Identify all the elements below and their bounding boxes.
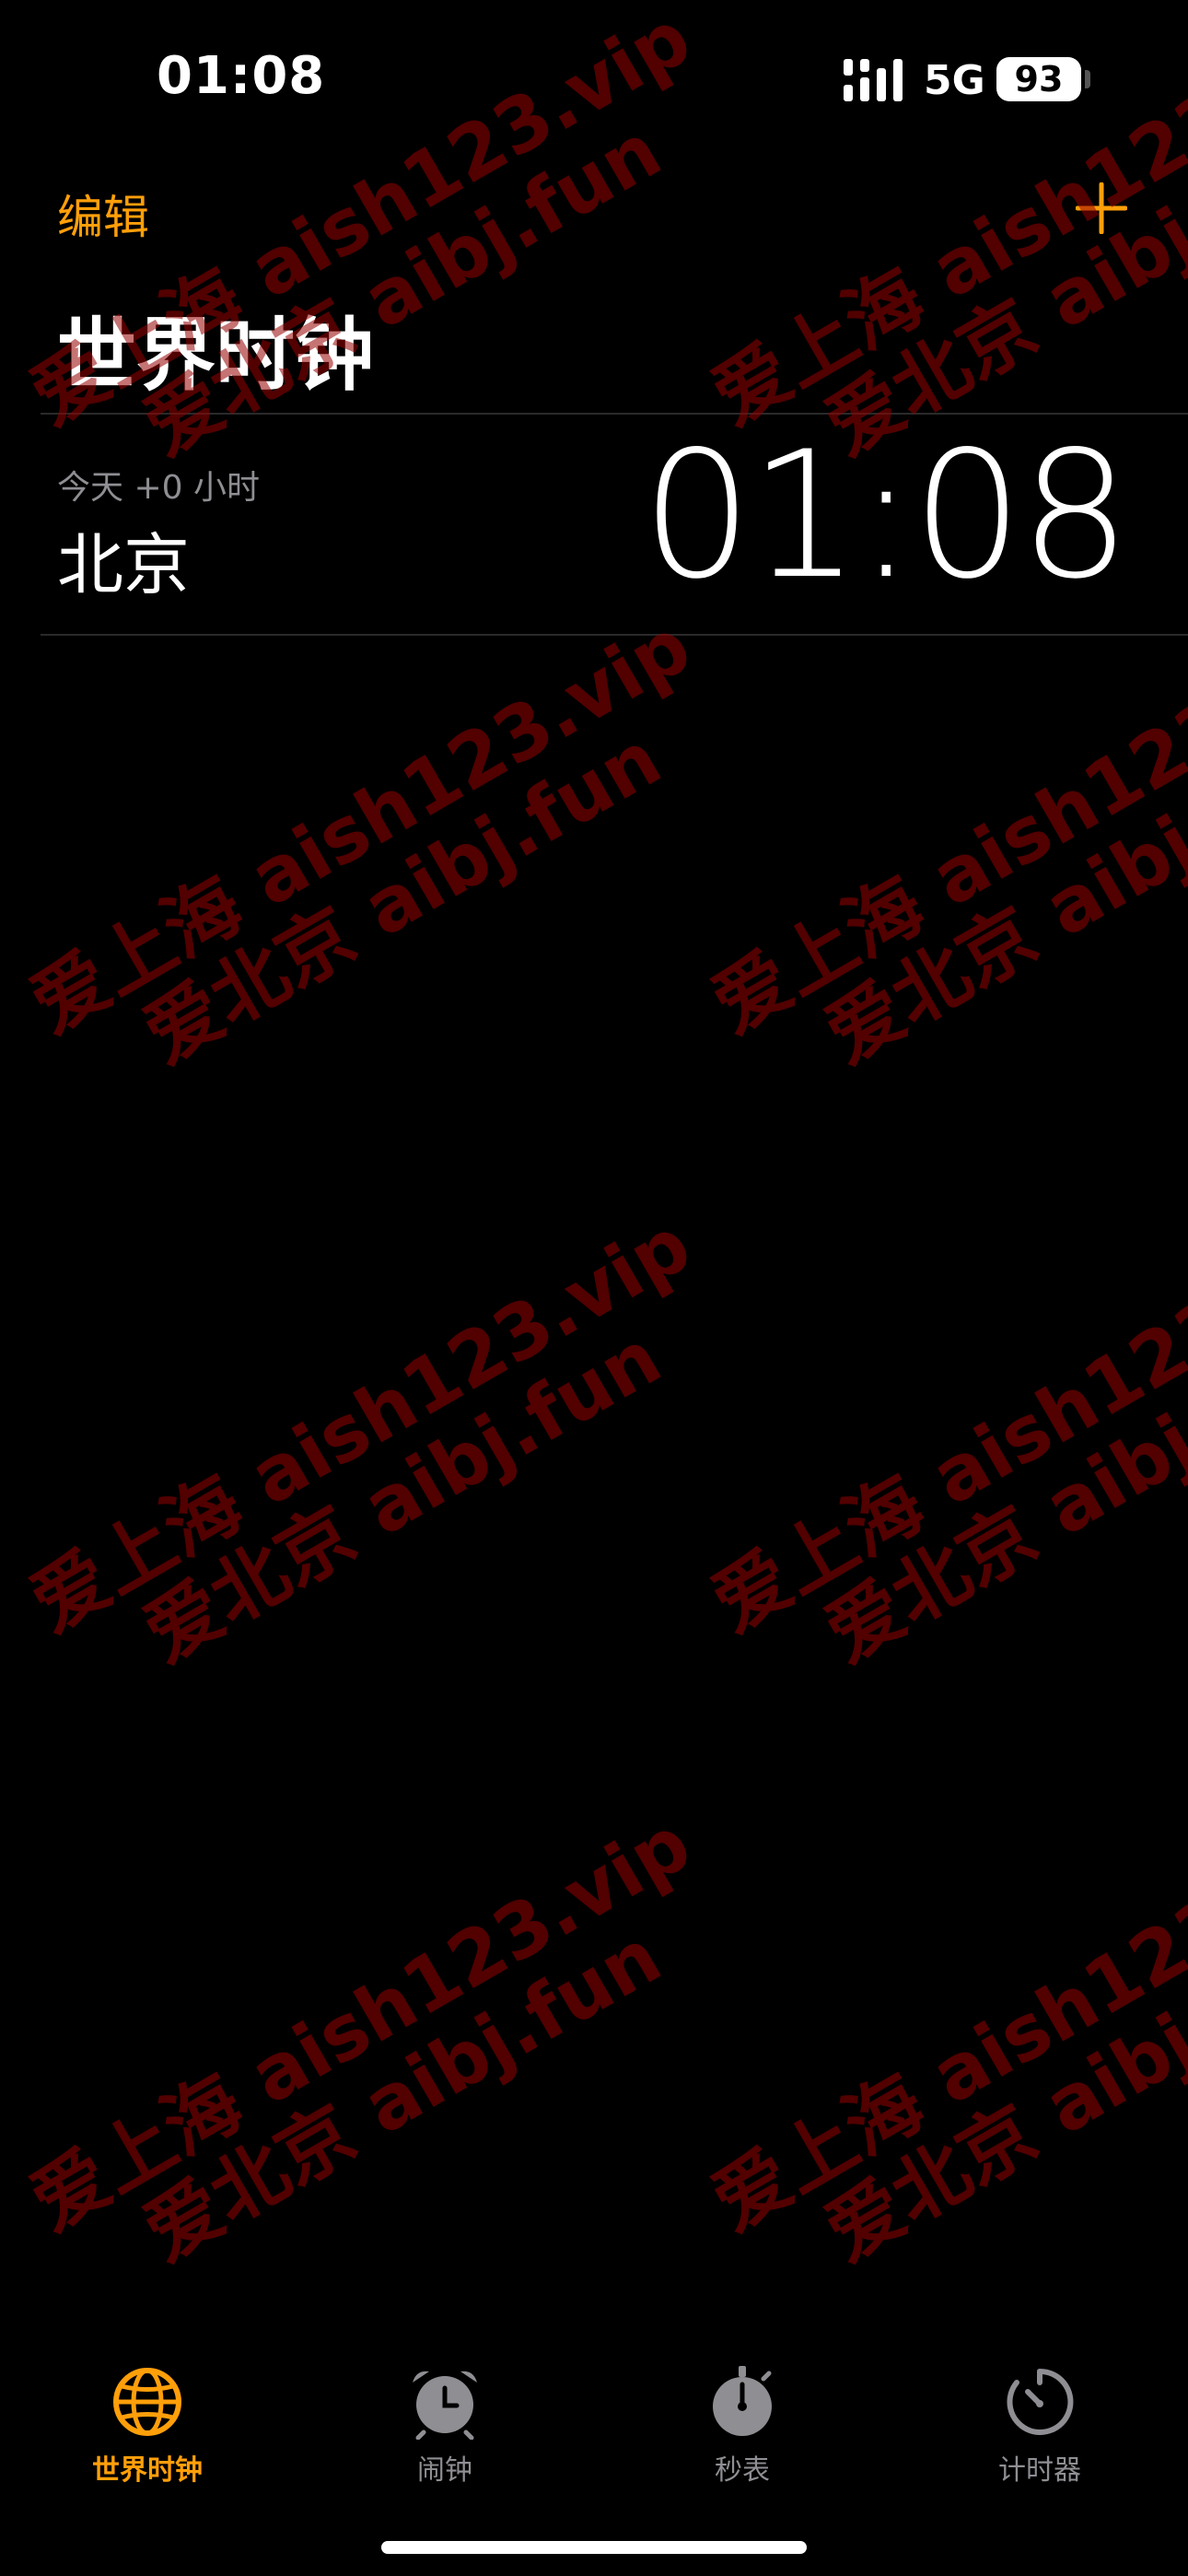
watermark: 爱上海 aish123.vip 爱北京 aibj.fun (17, 1799, 746, 2318)
watermark-line: 爱北京 aibj.fun (130, 715, 676, 1081)
add-icon[interactable] (1076, 182, 1127, 234)
watermark-line: 爱上海 aish123.vip (698, 602, 1188, 1050)
page-title: 世界时钟 (57, 310, 374, 402)
watermark: 爱上海 aish123.vip 爱北京 aibj.fun (698, 1200, 1188, 1719)
watermark: 爱上海 aish123.vip 爱北京 aibj.fun (17, 1200, 746, 1719)
edit-button[interactable]: 编辑 (57, 181, 149, 247)
clock-city: 北京 (57, 526, 191, 603)
watermark: 爱上海 aish123.vip 爱北京 aibj.fun (17, 602, 746, 1120)
tab-alarm[interactable]: 闹钟 (353, 2340, 537, 2488)
clock-offset: 今天 +0 小时 (57, 469, 260, 507)
battery-tip (1085, 70, 1090, 88)
watermark: 爱上海 aish123.vip 爱北京 aibj.fun (698, 602, 1188, 1120)
watermark-line: 爱上海 aish123.vip (698, 1799, 1188, 2248)
tab-label: 计时器 (998, 2454, 1081, 2487)
watermark-line: 爱上海 aish123.vip (698, 1200, 1188, 1649)
world-clock-row[interactable]: 今天 +0 小时 北京 01:08 (0, 415, 1188, 634)
tab-timer[interactable]: 计时器 (948, 2340, 1132, 2488)
watermark-line: 爱北京 aibj.fun (811, 1314, 1188, 1680)
tab-label: 秒表 (715, 2454, 770, 2487)
stopwatch-icon (713, 2366, 772, 2436)
watermark-line: 爱上海 aish123.vip (17, 1200, 705, 1649)
watermark-line: 爱北京 aibj.fun (811, 715, 1188, 1081)
tab-label: 闹钟 (417, 2454, 472, 2487)
timer-icon (1007, 2368, 1074, 2435)
home-indicator[interactable] (381, 2541, 807, 2554)
watermark-line: 爱上海 aish123.vip (17, 1799, 705, 2248)
watermark-line: 爱上海 aish123.vip (17, 602, 705, 1050)
status-bar: 01:08 5G 93 (0, 0, 1188, 157)
alarm-clock-icon (413, 2371, 477, 2440)
tab-world-clock[interactable]: 世界时钟 (55, 2340, 239, 2488)
tab-stopwatch[interactable]: 秒表 (650, 2340, 834, 2488)
watermark-line: 爱北京 aibj.fun (130, 1913, 676, 2278)
cellular-signal-icon (844, 59, 903, 101)
watermark: 爱上海 aish123.vip 爱北京 aibj.fun (698, 1799, 1188, 2318)
clock-time: 01:08 (641, 414, 1131, 617)
tab-label: 世界时钟 (92, 2454, 203, 2487)
watermark-line: 爱北京 aibj.fun (130, 1314, 676, 1680)
globe-icon (113, 2368, 181, 2436)
watermark-line: 爱北京 aibj.fun (811, 1913, 1188, 2278)
network-type: 5G (924, 57, 985, 104)
divider (41, 634, 1188, 636)
battery-icon: 93 (996, 57, 1081, 101)
status-time: 01:08 (157, 46, 326, 106)
